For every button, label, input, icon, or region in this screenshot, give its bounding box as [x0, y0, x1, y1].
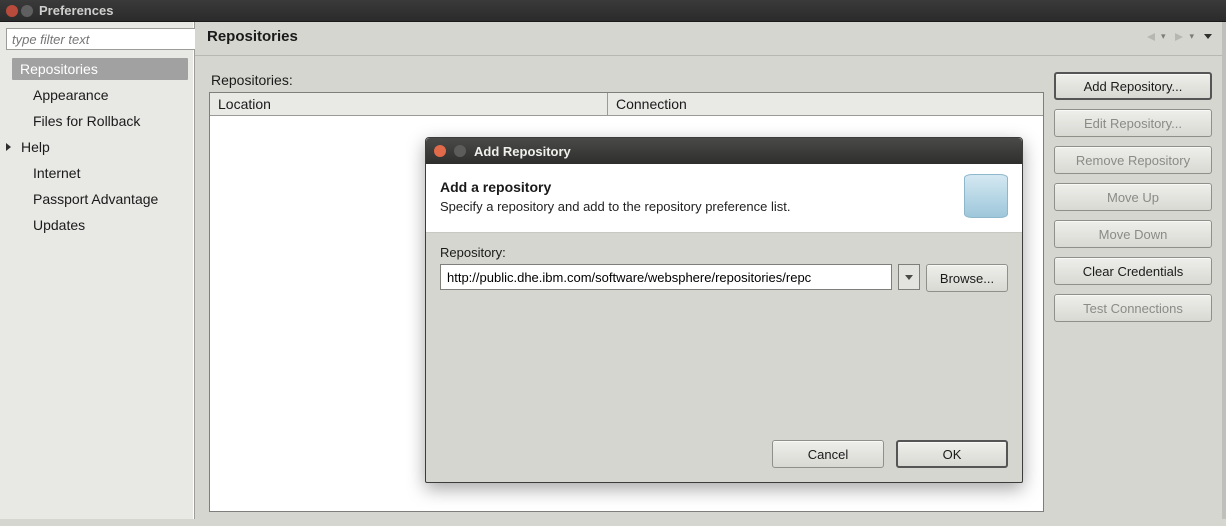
- dialog-title: Add Repository: [474, 144, 571, 159]
- table-header: Location Connection: [210, 93, 1043, 116]
- dialog-subheading: Specify a repository and add to the repo…: [440, 199, 950, 214]
- repositories-label: Repositories:: [211, 72, 1044, 88]
- repository-cylinder-icon: [964, 174, 1008, 218]
- dialog-close-icon[interactable]: [434, 145, 446, 157]
- preferences-tree: Repositories Appearance Files for Rollba…: [0, 54, 194, 242]
- sidebar-item-updates[interactable]: Updates: [0, 212, 194, 238]
- edit-repository-button[interactable]: Edit Repository...: [1054, 109, 1212, 137]
- sidebar-item-label: Repositories: [20, 61, 98, 77]
- sidebar-item-appearance[interactable]: Appearance: [0, 82, 194, 108]
- sidebar-item-label: Help: [21, 139, 50, 155]
- clear-credentials-button[interactable]: Clear Credentials: [1054, 257, 1212, 285]
- test-connections-button[interactable]: Test Connections: [1054, 294, 1212, 322]
- sidebar-item-label: Internet: [33, 165, 80, 181]
- dialog-minimize-icon[interactable]: [454, 145, 466, 157]
- dialog-titlebar[interactable]: Add Repository: [426, 138, 1022, 164]
- sidebar-item-repositories[interactable]: Repositories: [12, 58, 188, 80]
- repository-dropdown-icon[interactable]: [898, 264, 920, 290]
- window-close-icon[interactable]: [6, 5, 18, 17]
- repository-field-label: Repository:: [440, 245, 1008, 260]
- sidebar-item-help[interactable]: Help: [0, 134, 194, 160]
- page-title: Repositories: [207, 28, 298, 45]
- nav-back-icon[interactable]: [1147, 33, 1155, 41]
- nav-forward-icon[interactable]: [1175, 33, 1183, 41]
- chevron-right-icon: [6, 143, 11, 151]
- dialog-heading: Add a repository: [440, 179, 950, 195]
- column-header-location[interactable]: Location: [210, 93, 608, 115]
- preferences-sidebar: Repositories Appearance Files for Rollba…: [0, 22, 195, 519]
- add-repository-dialog: Add Repository Add a repository Specify …: [425, 137, 1023, 483]
- sidebar-item-label: Appearance: [33, 87, 109, 103]
- repository-input[interactable]: [440, 264, 892, 290]
- sidebar-item-label: Updates: [33, 217, 85, 233]
- view-menu-icon[interactable]: [1204, 34, 1212, 39]
- add-repository-button[interactable]: Add Repository...: [1054, 72, 1212, 100]
- move-up-button[interactable]: Move Up: [1054, 183, 1212, 211]
- vertical-scrollbar[interactable]: [1222, 22, 1226, 519]
- ok-button[interactable]: OK: [896, 440, 1008, 468]
- browse-button[interactable]: Browse...: [926, 264, 1008, 292]
- sidebar-item-label: Files for Rollback: [33, 113, 140, 129]
- cancel-button[interactable]: Cancel: [772, 440, 884, 468]
- move-down-button[interactable]: Move Down: [1054, 220, 1212, 248]
- sidebar-item-files-for-rollback[interactable]: Files for Rollback: [0, 108, 194, 134]
- header-toolbar: ▾ ▾: [1147, 31, 1212, 42]
- preferences-window-titlebar: Preferences: [0, 0, 1226, 22]
- window-minimize-icon[interactable]: [21, 5, 33, 17]
- sidebar-item-internet[interactable]: Internet: [0, 160, 194, 186]
- sidebar-item-passport-advantage[interactable]: Passport Advantage: [0, 186, 194, 212]
- window-title: Preferences: [39, 3, 113, 18]
- column-header-connection[interactable]: Connection: [608, 93, 1043, 115]
- sidebar-item-label: Passport Advantage: [33, 191, 158, 207]
- remove-repository-button[interactable]: Remove Repository: [1054, 146, 1212, 174]
- filter-input[interactable]: [6, 28, 196, 50]
